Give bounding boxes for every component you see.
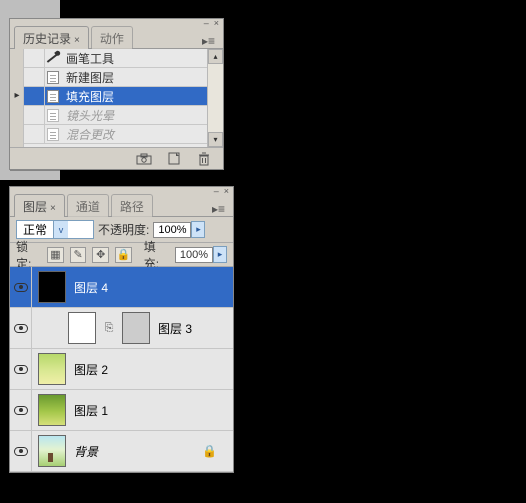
blend-mode-value: 正常 (17, 221, 53, 238)
brush-icon (45, 51, 60, 65)
history-thumb-cell (24, 68, 45, 86)
lock-pixels-button[interactable]: ✎ (70, 247, 87, 263)
history-item[interactable]: 新建图层 (24, 68, 207, 87)
history-item-label: 填充图层 (60, 88, 114, 105)
history-item-label: 镜头光晕 (60, 107, 114, 124)
tab-label: 图层 (23, 200, 47, 214)
history-footer (10, 147, 223, 169)
history-thumb-cell (24, 49, 45, 67)
history-body: 画笔工具 新建图层 ▸ 填充图层 镜头光晕 混合更改 (10, 49, 223, 147)
eye-icon (14, 365, 28, 374)
opacity-label: 不透明度: (98, 221, 149, 238)
visibility-toggle[interactable] (10, 267, 32, 307)
tab-label: 动作 (100, 32, 124, 46)
history-item-future[interactable]: 镜头光晕 (24, 106, 207, 125)
history-item[interactable]: 画笔工具 (24, 49, 207, 68)
panel-window-controls[interactable]: – × (204, 18, 219, 28)
fill-flyout-icon[interactable]: ▸ (213, 246, 227, 263)
tab-label: 历史记录 (23, 32, 71, 46)
layer-thumbnail[interactable] (38, 353, 66, 385)
history-panel: – × 历史记录× 动作 ▸≡ 画笔工具 新建图层 ▸ 填充图层 (9, 18, 224, 170)
layers-tabstrip: 图层× 通道 路径 ▸≡ (10, 196, 233, 217)
history-item-future[interactable]: 混合更改 (24, 125, 207, 144)
history-item-label: 新建图层 (60, 69, 114, 86)
scroll-down-icon[interactable]: ▾ (208, 132, 223, 147)
opacity-value[interactable]: 100% (153, 222, 191, 238)
layer-name[interactable]: 图层 2 (74, 361, 108, 378)
lock-all-button[interactable]: 🔒 (115, 247, 132, 263)
close-icon[interactable]: × (50, 203, 56, 214)
layer-options-row: 正常 v 不透明度: 100% ▸ (10, 217, 233, 243)
document-icon (45, 70, 60, 84)
history-item-label: 画笔工具 (60, 50, 114, 67)
blend-mode-select[interactable]: 正常 v (16, 220, 94, 239)
panel-menu-icon[interactable]: ▸≡ (208, 202, 229, 216)
history-tabstrip: 历史记录× 动作 ▸≡ (10, 28, 223, 49)
eye-icon (14, 283, 28, 292)
history-current-marker: ▸ (10, 90, 24, 101)
layer-name[interactable]: 图层 4 (74, 279, 108, 296)
close-icon[interactable]: × (74, 35, 80, 46)
tab-label: 路径 (120, 200, 144, 214)
layer-row-background[interactable]: 背景 🔒 (10, 431, 233, 472)
visibility-toggle[interactable] (10, 390, 32, 430)
chevron-down-icon[interactable]: v (53, 221, 68, 238)
document-icon (45, 108, 60, 122)
tab-actions[interactable]: 动作 (91, 26, 133, 49)
layer-thumbnail[interactable] (68, 312, 96, 344)
history-thumb-cell (24, 87, 45, 105)
history-list: 画笔工具 新建图层 ▸ 填充图层 镜头光晕 混合更改 (24, 49, 207, 147)
layer-thumbnail[interactable] (38, 435, 66, 467)
layer-row[interactable]: 图层 1 (10, 390, 233, 431)
fill-value[interactable]: 100% (175, 247, 213, 263)
history-scrollbar[interactable]: ▴ ▾ (207, 49, 223, 147)
history-thumb-cell (24, 125, 45, 143)
trash-icon[interactable] (195, 152, 213, 166)
layer-row-selected[interactable]: 图层 4 (10, 267, 233, 308)
panel-window-controls[interactable]: – × (214, 186, 229, 196)
panel-menu-icon[interactable]: ▸≡ (198, 34, 219, 48)
tab-layers[interactable]: 图层× (14, 194, 65, 217)
layer-thumbnail[interactable] (38, 271, 66, 303)
eye-icon (14, 447, 28, 456)
layer-row[interactable]: ⎘ 图层 3 (10, 308, 233, 349)
visibility-toggle[interactable] (10, 431, 32, 471)
history-thumb-cell (24, 106, 45, 124)
tab-channels[interactable]: 通道 (67, 194, 109, 217)
lock-transparency-button[interactable]: ▦ (47, 247, 64, 263)
layer-thumbnail[interactable] (38, 394, 66, 426)
tab-paths[interactable]: 路径 (111, 194, 153, 217)
opacity-input[interactable]: 100% ▸ (153, 221, 205, 238)
new-snapshot-icon[interactable] (135, 152, 153, 166)
tab-history[interactable]: 历史记录× (14, 26, 89, 49)
link-icon[interactable]: ⎘ (104, 322, 114, 335)
eye-icon (14, 406, 28, 415)
eye-icon (14, 324, 28, 333)
opacity-flyout-icon[interactable]: ▸ (191, 221, 205, 238)
scroll-up-icon[interactable]: ▴ (208, 49, 223, 64)
fill-input[interactable]: 100% ▸ (175, 246, 227, 263)
visibility-toggle[interactable] (10, 349, 32, 389)
lock-icon: 🔒 (202, 444, 217, 458)
document-icon (45, 127, 60, 141)
new-document-icon[interactable] (165, 152, 183, 166)
lock-position-button[interactable]: ✥ (92, 247, 109, 263)
layer-list: 图层 4 ⎘ 图层 3 图层 2 图层 1 (10, 267, 233, 472)
document-icon (45, 89, 60, 103)
history-item-label: 混合更改 (60, 126, 114, 143)
layer-mask-thumbnail[interactable] (122, 312, 150, 344)
layer-name[interactable]: 图层 1 (74, 402, 108, 419)
tab-label: 通道 (76, 200, 100, 214)
history-item-selected[interactable]: ▸ 填充图层 (24, 87, 207, 106)
layer-name[interactable]: 背景 (74, 443, 98, 460)
visibility-toggle[interactable] (10, 308, 32, 348)
layers-panel: – × 图层× 通道 路径 ▸≡ 正常 v 不透明度: 100% ▸ 锁定: ▦… (9, 186, 234, 473)
layer-lock-row: 锁定: ▦ ✎ ✥ 🔒 填充: 100% ▸ (10, 243, 233, 267)
layer-row[interactable]: 图层 2 (10, 349, 233, 390)
layer-name[interactable]: 图层 3 (158, 320, 192, 337)
